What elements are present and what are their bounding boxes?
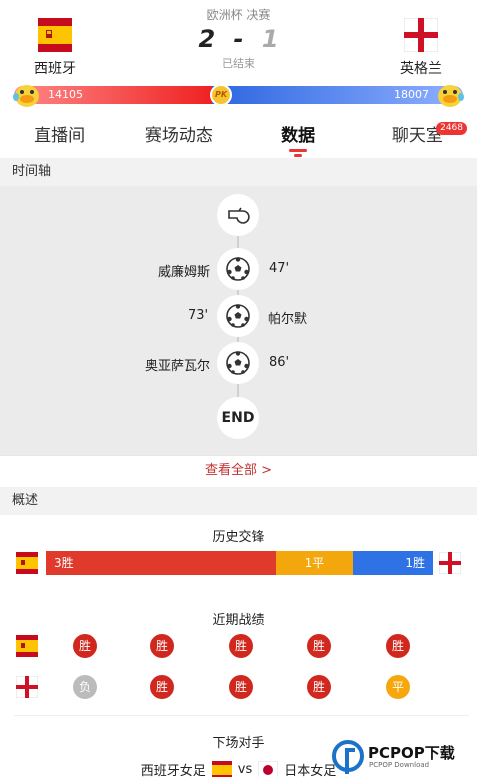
goal-minute: 73' [188,308,209,323]
form-result: 胜 [150,675,174,699]
overview-section-header: 概述 [0,487,477,515]
england-flag-icon [403,17,439,53]
japan-flag-icon [257,760,279,777]
away-score: 1 [261,25,279,53]
form-result: 负 [73,675,97,699]
goal-scorer: 帕尔默 [268,312,308,327]
event-timeline: 威廉姆斯 47' 73' 帕尔默 奥亚萨瓦尔 86' END [0,186,477,455]
section-divider [14,715,469,716]
goal-minute: 47' [269,261,290,276]
pcpop-watermark: PCPOP下载 PCPOP Download [332,734,477,777]
away-support-value: 18007 [212,86,463,104]
tab-bar: 直播间 赛场动态 数据 聊天室 2468 [0,116,477,158]
h2h-wins: 3胜 [46,551,276,575]
tab-label: 赛场动态 [144,126,213,146]
next-home-team: 西班牙女足 [140,764,206,777]
active-tab-indicator-dot [294,154,303,157]
h2h-draws: 1平 [276,551,353,575]
tab-chat-room[interactable]: 聊天室 2468 [358,116,477,158]
score-separator: - [233,25,244,53]
goal-scorer: 威廉姆斯 [157,265,210,280]
form-result: 胜 [386,634,410,658]
home-support-value: 14105 [14,86,212,104]
form-result: 胜 [73,634,97,658]
timeline-section-header: 时间轴 [0,158,477,186]
chat-count-badge: 2468 [436,122,467,135]
goal-ball-icon [217,248,259,290]
away-form-row: 负 胜 胜 胜 平 [0,675,477,701]
pk-badge: PK [210,84,232,106]
support-pk-bar[interactable]: 14105 18007 [14,86,463,104]
next-away-team: 日本女足 [284,764,337,777]
goal-ball-icon [217,342,259,384]
active-tab-indicator [289,149,308,152]
home-cheer-mascot-icon[interactable] [12,79,42,109]
tab-label: 数据 [281,126,316,146]
england-flag-icon [438,551,462,575]
watermark-sub: PCPOP Download [369,761,430,769]
form-result: 胜 [229,675,253,699]
match-header: 西班牙 欧洲杯 决赛 2 - 1 已结束 英格兰 14105 18007 PK [0,0,477,116]
form-result: 胜 [307,634,331,658]
watermark-brand: PCPOP下载 [368,744,455,762]
match-page: 西班牙 欧洲杯 决赛 2 - 1 已结束 英格兰 14105 18007 PK … [0,0,477,777]
view-all-link[interactable]: 查看全部 > [0,455,477,487]
h2h-title: 历史交锋 [212,530,265,545]
whistle-icon [217,194,259,236]
goal-ball-icon [217,295,259,337]
form-result: 平 [386,675,410,699]
match-end-marker: END [217,397,259,439]
away-team[interactable]: 英格兰 [381,17,461,78]
goal-minute: 86' [269,355,290,370]
recent-form-title: 近期战绩 [212,613,265,628]
away-team-name: 英格兰 [400,61,442,77]
home-score: 2 [198,25,216,53]
h2h-bar[interactable]: 3胜 1平 1胜 [46,551,433,575]
next-vs-label: vs [237,762,253,777]
home-form-row: 胜 胜 胜 胜 胜 [0,634,477,660]
tab-match-events[interactable]: 赛场动态 [119,116,238,158]
tab-live-room[interactable]: 直播间 [0,116,119,158]
spain-flag-icon [16,552,38,574]
spain-flag-icon [211,760,232,777]
goal-scorer: 奥亚萨瓦尔 [144,359,210,374]
spain-flag-icon [16,635,38,657]
form-result: 胜 [150,634,174,658]
form-result: 胜 [229,634,253,658]
tab-label: 直播间 [34,126,86,146]
england-flag-icon [15,675,39,699]
tab-data[interactable]: 数据 [239,116,358,158]
h2h-losses: 1胜 [353,551,433,575]
form-result: 胜 [307,675,331,699]
away-cheer-mascot-icon[interactable] [435,79,465,109]
